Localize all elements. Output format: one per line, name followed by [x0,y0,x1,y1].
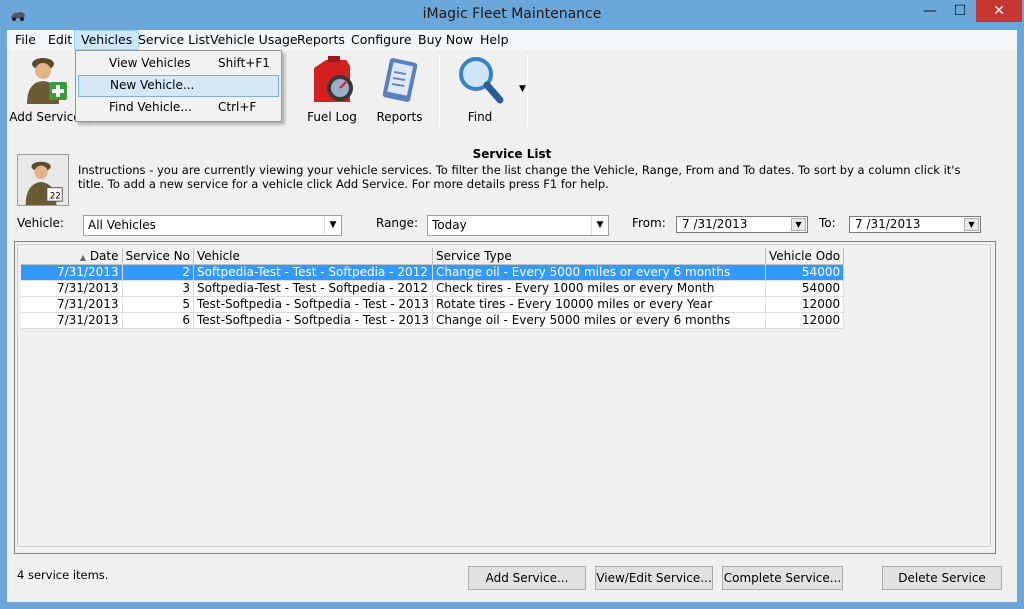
instructions-text: Instructions - you are currently viewing… [78,163,961,191]
find-tool[interactable]: Find [452,50,508,128]
from-date-label: From: [632,216,666,230]
menu-view-vehicles-label: View Vehicles [109,56,191,70]
column-header-service-type[interactable]: Service Type [432,248,766,265]
cell-service-type: Rotate tires - Every 10000 miles or ever… [432,296,766,313]
column-header-vehicle[interactable]: Vehicle [193,248,433,265]
fuel-log-tool[interactable]: Fuel Log [302,50,362,128]
cell-vehicle: Test-Softpedia - Softpedia - Test - 2013 [193,296,433,313]
maximize-icon[interactable]: ☐ [946,0,974,22]
menu-find-vehicle-label: Find Vehicle... [109,100,192,114]
cell-service-type: Change oil - Every 5000 miles or every 6… [432,312,766,329]
chevron-down-icon: ▼ [591,216,608,235]
cell-date: 7/31/2013 [21,264,123,281]
range-filter-value: Today [432,218,467,232]
vehicle-filter-value: All Vehicles [88,218,156,232]
find-label: Find [467,110,493,124]
cell-vehicle: Softpedia-Test - Test - Softpedia - 2012 [193,280,433,297]
complete-service-button[interactable]: Complete Service... [722,566,843,590]
toolbar-separator [439,54,440,126]
menu-view-vehicles[interactable]: View Vehicles Shift+F1 [78,53,279,75]
panel-title: Service List [472,147,552,161]
cell-vehicle: Test-Softpedia - Softpedia - Test - 2013 [193,312,433,329]
menu-vehicles[interactable]: Vehicles [74,30,140,50]
to-date-label: To: [819,216,836,230]
calendar-dropdown-icon: ▼ [964,218,979,231]
from-date-picker[interactable]: 7 /31/2013 ▼ [676,216,808,233]
menu-find-vehicle-shortcut: Ctrl+F [218,100,257,114]
close-icon[interactable]: ✕ [976,0,1022,22]
service-grid: ▲ Date Service No Vehicle Service Type V… [21,248,845,329]
title-bar[interactable]: iMagic Fleet Maintenance — ☐ ✕ [0,0,1024,30]
window-title: iMagic Fleet Maintenance [422,6,602,22]
reports-label: Reports [376,110,423,124]
column-header-service-no[interactable]: Service No [122,248,194,265]
column-header-date[interactable]: ▲ Date [21,248,123,265]
service-list-panel: Service List 22 Instructions - you are c… [7,130,1017,602]
table-row[interactable]: 7/31/2013 3 Softpedia-Test - Test - Soft… [21,280,845,297]
grid-header-row: ▲ Date Service No Vehicle Service Type V… [21,248,845,265]
add-service-button[interactable]: Add Service... [468,566,586,590]
reports-tool[interactable]: Reports [372,50,427,128]
mechanic-add-icon [27,58,67,104]
menu-help[interactable]: Help [474,30,515,50]
cell-date: 7/31/2013 [21,296,123,313]
cell-service-no: 3 [122,280,194,297]
svg-text:22: 22 [50,191,61,201]
minimize-icon[interactable]: — [916,0,944,22]
menu-configure[interactable]: Configure [345,30,418,50]
menu-find-vehicle[interactable]: Find Vehicle... Ctrl+F [78,97,279,119]
menu-edit[interactable]: Edit [42,30,78,50]
cell-vehicle-odo: 12000 [765,312,845,329]
cell-vehicle-odo: 54000 [765,264,845,281]
vehicle-filter-label: Vehicle: [17,216,64,230]
table-row[interactable]: 7/31/2013 6 Test-Softpedia - Softpedia -… [21,312,845,329]
cell-vehicle-odo: 54000 [765,280,845,297]
cell-service-type: Change oil - Every 5000 miles or every 6… [432,264,766,281]
service-grid-area[interactable]: ▲ Date Service No Vehicle Service Type V… [17,244,991,547]
cell-service-no: 6 [122,312,194,329]
sort-ascending-icon: ▲ [79,252,86,262]
cell-service-no: 2 [122,264,194,281]
menu-vehicle-usage[interactable]: Vehicle Usage [204,30,304,50]
chevron-down-icon: ▼ [324,216,341,235]
to-date-value: 7 /31/2013 [855,217,921,231]
to-date-picker[interactable]: 7 /31/2013 ▼ [849,216,981,233]
column-header-vehicle-odo[interactable]: Vehicle Odo [765,248,845,265]
cell-vehicle: Softpedia-Test - Test - Softpedia - 2012 [193,264,433,281]
range-filter-select[interactable]: Today ▼ [427,215,609,236]
menu-new-vehicle[interactable]: New Vehicle... [78,75,279,97]
vehicle-filter-select[interactable]: All Vehicles ▼ [83,215,342,236]
service-grid-frame: ▲ Date Service No Vehicle Service Type V… [14,241,996,554]
menu-reports[interactable]: Reports [291,30,351,50]
status-count: 4 service items. [17,568,109,582]
range-filter-label: Range: [376,216,419,230]
vehicles-dropdown-menu: View Vehicles Shift+F1 New Vehicle... Fi… [75,50,282,122]
menu-file[interactable]: File [9,30,42,50]
cell-service-no: 5 [122,296,194,313]
reports-clipboard-icon [382,58,417,102]
toolbar-separator [527,54,528,126]
menu-view-vehicles-shortcut: Shift+F1 [218,56,270,70]
menu-buy-now[interactable]: Buy Now [412,30,479,50]
menu-bar: File Edit Vehicles Service List Vehicle … [7,30,1017,50]
table-row[interactable]: 7/31/2013 2 Softpedia-Test - Test - Soft… [21,264,845,281]
calendar-dropdown-icon: ▼ [791,218,806,231]
table-row[interactable]: 7/31/2013 5 Test-Softpedia - Softpedia -… [21,296,845,313]
menu-new-vehicle-label: New Vehicle... [110,78,195,92]
view-edit-service-button[interactable]: View/Edit Service... [595,566,713,590]
magnifier-icon [459,57,504,104]
cell-service-type: Check tires - Every 1000 miles or every … [432,280,766,297]
add-service-label: Add Service [9,110,81,124]
add-service-tool[interactable]: Add Service [9,50,81,128]
cell-date: 7/31/2013 [21,312,123,329]
from-date-value: 7 /31/2013 [682,217,748,231]
fuel-log-label: Fuel Log [307,110,357,124]
fuel-can-icon [314,56,353,102]
find-dropdown-arrow-icon[interactable]: ▼ [519,84,526,94]
cell-vehicle-odo: 12000 [765,296,845,313]
mechanic-avatar-icon: 22 [17,154,69,206]
cell-date: 7/31/2013 [21,280,123,297]
delete-service-button[interactable]: Delete Service [882,566,1002,590]
